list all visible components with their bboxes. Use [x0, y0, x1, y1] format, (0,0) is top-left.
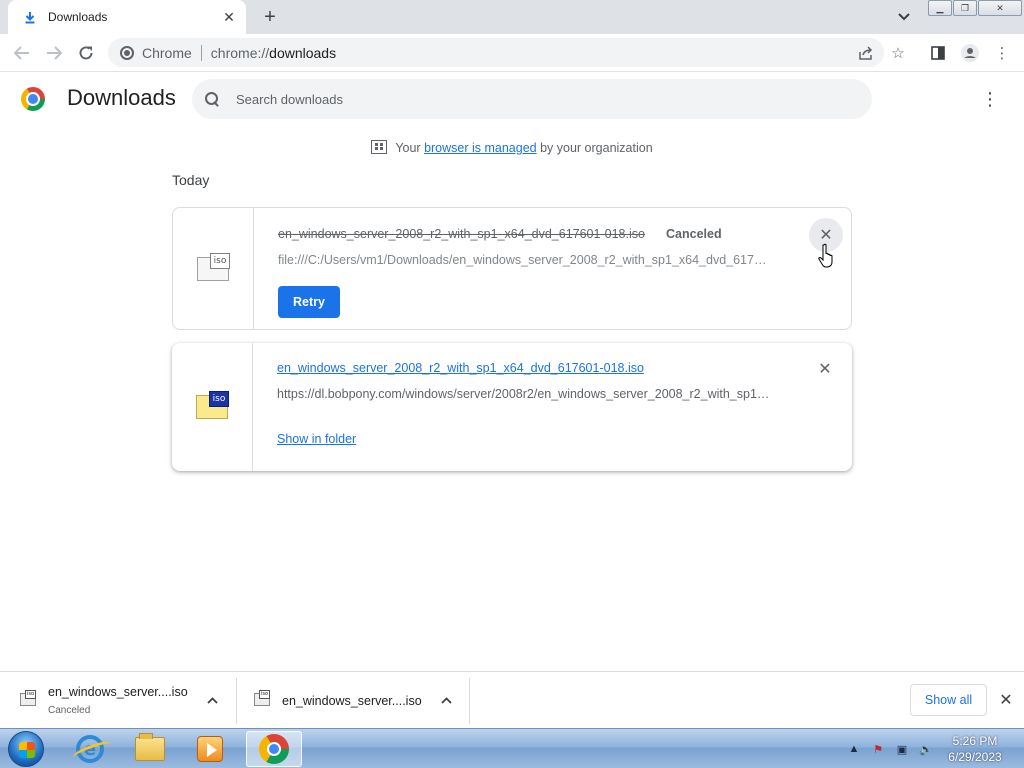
chrome-logo-icon	[21, 87, 45, 111]
managed-suffix: by your organization	[536, 141, 653, 155]
browser-window: Downloads ✕ + ▁ ❐ ✕ Chrome chrome://down…	[0, 0, 1024, 768]
side-panel-icon[interactable]	[926, 41, 950, 65]
tab-title: Downloads	[48, 10, 108, 24]
file-icon-column: iso	[172, 343, 253, 471]
iso-file-icon: iso	[196, 391, 229, 419]
start-button[interactable]	[8, 731, 44, 767]
downloads-header: Downloads ⋮	[0, 72, 1024, 128]
chevron-up-icon[interactable]	[204, 692, 220, 708]
shelf-item[interactable]: iso en_windows_server....iso	[254, 678, 464, 724]
search-icon	[204, 91, 220, 107]
shelf-divider	[469, 678, 470, 724]
chip-divider	[200, 44, 202, 61]
shelf-file-name: en_windows_server....iso	[48, 685, 188, 699]
show-all-button[interactable]: Show all	[910, 684, 987, 716]
file-type-label: iso	[209, 391, 229, 407]
source-url: https://dl.bobpony.com/windows/server/20…	[277, 387, 772, 401]
search-input[interactable]	[236, 91, 836, 107]
back-arrow-icon[interactable]	[10, 41, 34, 65]
file-name-link[interactable]: en_windows_server_2008_r2_with_sp1_x64_d…	[277, 361, 644, 375]
bookmark-star-icon[interactable]: ☆	[886, 41, 910, 65]
browser-menu-icon[interactable]: ⋮	[990, 41, 1014, 65]
shelf-file-status: Canceled	[48, 705, 91, 716]
download-arrow-icon	[22, 9, 38, 25]
share-icon[interactable]	[854, 38, 878, 67]
minimize-button[interactable]: ▁	[928, 0, 952, 16]
action-center-flag-icon[interactable]: ⚑	[868, 739, 888, 759]
taskbar-media-player[interactable]	[182, 731, 238, 767]
retry-button[interactable]: Retry	[278, 286, 340, 318]
site-chip-label: Chrome	[142, 44, 192, 61]
taskbar-internet-explorer[interactable]: e	[62, 731, 118, 767]
new-tab-button[interactable]: +	[258, 6, 282, 28]
browser-managed-link[interactable]: browser is managed	[424, 141, 537, 155]
reload-icon[interactable]	[74, 41, 98, 65]
file-type-label: iso	[210, 253, 230, 269]
show-in-folder-link[interactable]: Show in folder	[277, 432, 356, 446]
taskbar-google-chrome[interactable]	[246, 731, 302, 767]
clock-time: 5:26 PM	[952, 734, 998, 748]
network-icon[interactable]: ▣	[892, 739, 912, 759]
system-tray: ▲ ⚑ ▣ 🔈	[844, 729, 944, 768]
page-title: Downloads	[67, 85, 176, 110]
media-player-icon	[197, 736, 223, 762]
chrome-site-icon	[120, 45, 134, 60]
profile-avatar-icon[interactable]	[958, 41, 982, 65]
shelf-file-name: en_windows_server....iso	[282, 694, 422, 708]
window-controls: ▁ ❐ ✕	[928, 0, 1024, 18]
volume-muted-icon[interactable]: 🔈	[916, 739, 936, 759]
tab-search-chevron-icon[interactable]	[894, 8, 914, 26]
managed-prefix: Your	[395, 141, 425, 155]
search-downloads-bar[interactable]	[192, 79, 872, 119]
file-icon-column: iso	[173, 208, 254, 329]
tab-downloads[interactable]: Downloads ✕	[8, 0, 246, 34]
tab-strip: Downloads ✕ + ▁ ❐ ✕	[0, 0, 1024, 34]
hand-cursor-icon	[818, 243, 833, 268]
shelf-close-icon[interactable]: ✕	[996, 690, 1016, 710]
chevron-up-icon[interactable]	[438, 692, 454, 708]
iso-file-icon: iso	[254, 690, 270, 706]
shelf-divider	[236, 678, 237, 724]
remove-item-close-icon[interactable]: ✕	[808, 352, 842, 386]
url-path: downloads	[269, 44, 337, 61]
iso-file-icon: iso	[20, 690, 36, 706]
internet-explorer-icon: e	[76, 735, 104, 763]
tab-close-icon[interactable]: ✕	[220, 8, 238, 26]
shelf-item[interactable]: iso en_windows_server....iso Canceled	[20, 678, 230, 724]
iso-file-icon: iso	[197, 253, 230, 281]
download-item-canceled: iso en_windows_server_2008_r2_with_sp1_x…	[172, 207, 852, 330]
folder-icon	[135, 733, 165, 761]
windows-taskbar: e ▲ ⚑ ▣ 🔈 5:26 PM 6/29/2023	[0, 728, 1024, 768]
url-text: chrome://downloads	[211, 45, 336, 61]
taskbar-clock[interactable]: 5:26 PM 6/29/2023	[940, 733, 1010, 765]
url-scheme: chrome://	[210, 44, 270, 61]
browser-toolbar: Chrome chrome://downloads ☆ ⋮	[0, 34, 1024, 72]
file-name: en_windows_server_2008_r2_with_sp1_x64_d…	[278, 227, 645, 241]
download-shelf: iso en_windows_server....iso Canceled is…	[0, 671, 1024, 728]
chrome-icon	[259, 734, 289, 764]
date-heading: Today	[172, 172, 210, 188]
forward-arrow-icon[interactable]	[42, 41, 66, 65]
more-actions-icon[interactable]: ⋮	[978, 87, 1002, 111]
download-status: Canceled	[666, 227, 722, 241]
source-url: file:///C:/Users/vm1/Downloads/en_window…	[278, 253, 773, 267]
taskbar-windows-explorer[interactable]	[122, 731, 178, 767]
windows-flag-icon	[19, 742, 35, 758]
restore-button[interactable]: ❐	[953, 0, 977, 16]
building-icon	[371, 140, 388, 154]
download-item-completed: iso en_windows_server_2008_r2_with_sp1_x…	[172, 343, 852, 471]
address-bar[interactable]: Chrome chrome://downloads	[108, 38, 884, 67]
window-close-button[interactable]: ✕	[978, 0, 1022, 16]
clock-date: 6/29/2023	[948, 750, 1002, 764]
managed-notice: Your browser is managed by your organiza…	[0, 140, 1024, 158]
show-hidden-icons-chevron-icon[interactable]: ▲	[844, 739, 864, 759]
